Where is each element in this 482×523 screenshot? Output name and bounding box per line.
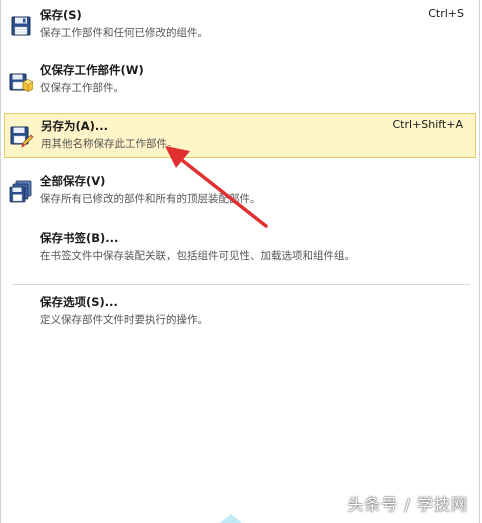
menu-item-label: 保存书签(B)... (40, 231, 119, 245)
menu-item-label: 仅保存工作部件(W) (40, 63, 144, 77)
menu-separator (12, 284, 470, 285)
menu-item-save-bookmark[interactable]: 保存书签(B)... 在书签文件中保存装配关联，包括组件可见性、加载选项和组件组… (4, 226, 476, 270)
watermark: 头条号 / 学技网 (347, 495, 468, 514)
menu-item-description: 用其他名称保存此工作部件。 (41, 138, 178, 150)
menu-item-description: 在书签文件中保存装配关联，包括组件可见性、加载选项和组件组。 (40, 250, 355, 262)
menu-item-description: 保存所有已修改的部件和所有的顶层装配部件。 (40, 193, 261, 205)
menu-item-save-all[interactable]: 全部保存(V) 保存所有已修改的部件和所有的顶层装配部件。 (4, 169, 476, 213)
menu-item-label: 保存(S) (40, 8, 82, 22)
menu-item-description: 保存工作部件和任何已修改的组件。 (40, 27, 208, 39)
multiple-floppy-icon (9, 180, 32, 203)
menu-item-save[interactable]: 保存(S) 保存工作部件和任何已修改的组件。 Ctrl+S (4, 3, 476, 47)
floppy-pencil-icon (10, 126, 34, 148)
menu-item-shortcut: Ctrl+S (428, 7, 464, 20)
floppy-part-icon (9, 73, 33, 92)
menu-item-save-work-part-only[interactable]: 仅保存工作部件(W) 仅保存工作部件。 (4, 58, 476, 102)
save-menu: 保存(S) 保存工作部件和任何已修改的组件。 Ctrl+S 仅保存工作部件(W)… (0, 0, 480, 523)
menu-item-save-as[interactable]: 另存为(A)... 用其他名称保存此工作部件。 Ctrl+Shift+A (4, 113, 476, 158)
menu-item-label: 另存为(A)... (41, 119, 109, 133)
menu-item-shortcut: Ctrl+Shift+A (392, 118, 463, 131)
floppy-disk-icon (11, 16, 31, 36)
menu-item-save-options[interactable]: 保存选项(S)... 定义保存部件文件时要执行的操作。 (4, 290, 476, 334)
decorative-shape (220, 514, 242, 523)
menu-item-label: 全部保存(V) (40, 174, 106, 188)
menu-item-description: 定义保存部件文件时要执行的操作。 (40, 314, 208, 326)
menu-item-label: 保存选项(S)... (40, 295, 118, 309)
menu-item-description: 仅保存工作部件。 (40, 82, 124, 94)
